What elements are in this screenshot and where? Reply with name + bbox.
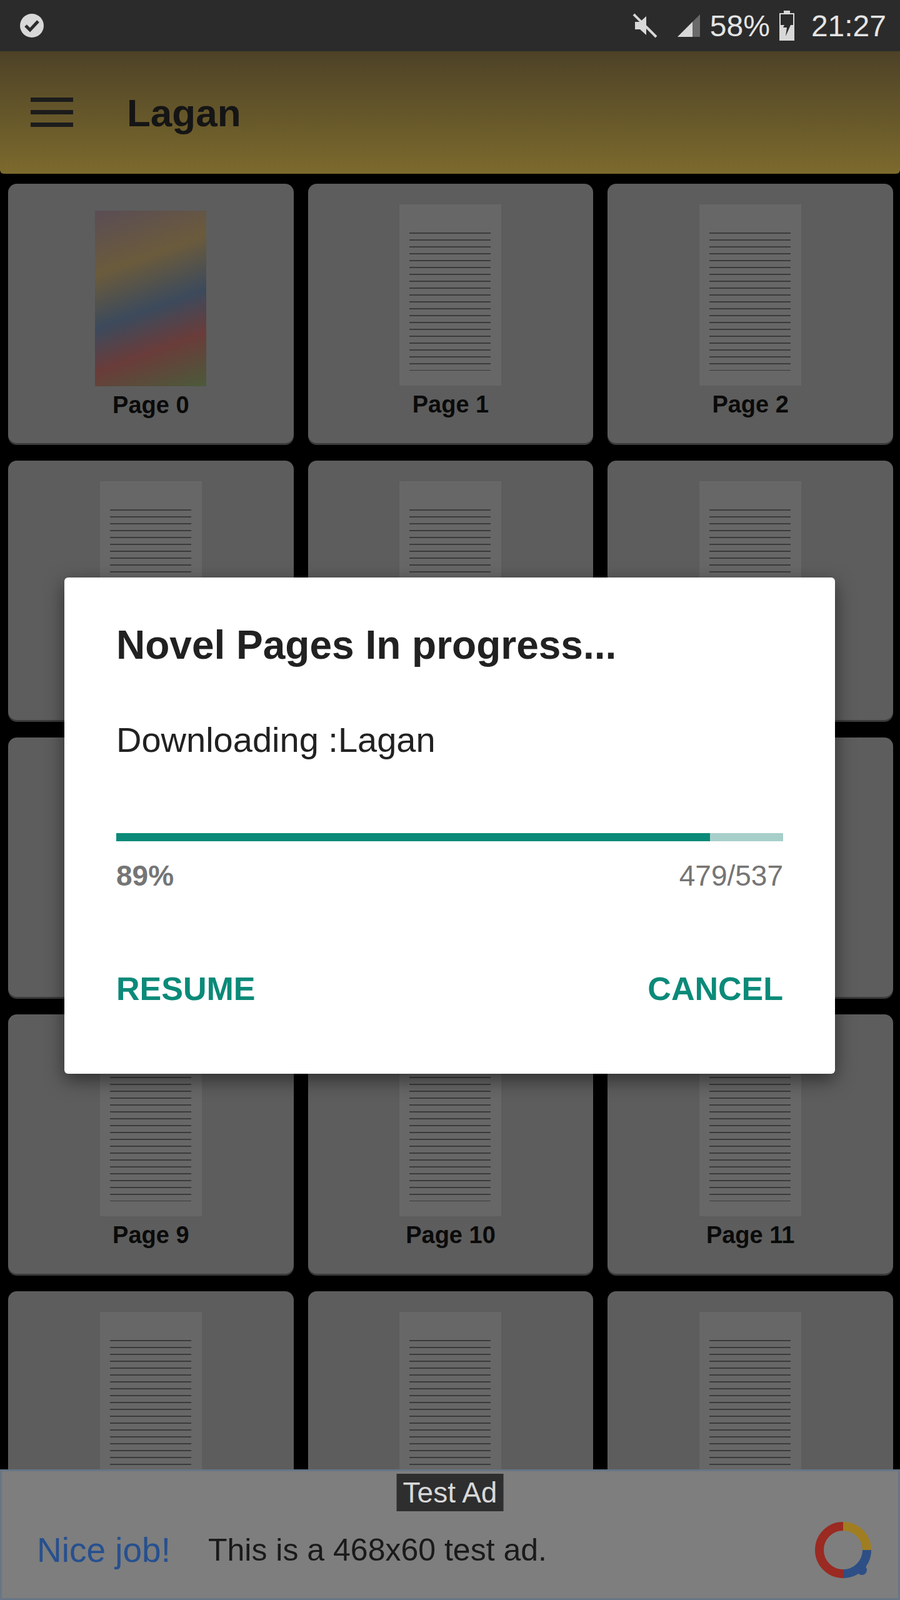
page-thumbnail: [699, 204, 802, 386]
battery-percent: 58%: [710, 8, 770, 44]
dialog-buttons: RESUME CANCEL: [116, 969, 784, 1009]
cancel-button[interactable]: CANCEL: [647, 969, 784, 1009]
progress-percent: 89%: [116, 858, 174, 894]
page-card[interactable]: Page 2: [607, 183, 894, 444]
ad-headline: Nice job!: [36, 1530, 171, 1570]
ad-text: This is a 468x60 test ad.: [208, 1531, 814, 1569]
menu-icon[interactable]: [30, 96, 74, 129]
page-thumbnail: [399, 204, 502, 386]
check-circle-icon: [18, 12, 45, 39]
status-icons: 58% 21:27: [631, 8, 887, 44]
dialog-message: Downloading :Lagan: [116, 718, 784, 761]
status-bar: 58% 21:27: [0, 0, 900, 52]
signal-icon: [676, 11, 702, 40]
app-title: Lagan: [126, 90, 242, 135]
progress-count: 479/537: [679, 858, 784, 894]
page-card[interactable]: Page 1: [308, 183, 594, 444]
cover-thumbnail: [95, 210, 207, 387]
charging-bolt-icon: [783, 17, 791, 37]
page-card[interactable]: [308, 1291, 594, 1470]
page-card[interactable]: Page 0: [8, 183, 294, 444]
test-ad-badge: Test Ad: [396, 1473, 504, 1512]
ad-logo-icon: [813, 1520, 874, 1580]
app-bar: Lagan: [0, 51, 900, 174]
progress-fill: [116, 833, 710, 842]
page-label: Page 2: [711, 390, 789, 419]
dialog-title: Novel Pages In progress...: [116, 621, 784, 670]
battery-icon: [778, 10, 795, 42]
resume-button[interactable]: RESUME: [116, 969, 255, 1009]
page-card[interactable]: [607, 1291, 894, 1470]
page-label: Page 0: [112, 391, 190, 419]
progress-readings: 89% 479/537: [116, 858, 784, 894]
page-label: Page 1: [412, 390, 490, 419]
page-thumbnail: [399, 1311, 502, 1470]
page-thumbnail: [699, 1311, 802, 1470]
page-label: Page 10: [405, 1221, 496, 1249]
page-label: Page 9: [112, 1221, 190, 1249]
page-card[interactable]: [8, 1291, 294, 1470]
clock: 21:27: [811, 8, 887, 44]
ad-banner[interactable]: Test Ad Nice job! This is a 468x60 test ad…: [0, 1469, 900, 1600]
muted-speaker-icon: [631, 11, 659, 40]
progress-dialog: Novel Pages In progress... Downloading :L…: [64, 577, 835, 1074]
page-label: Page 11: [706, 1221, 795, 1249]
progress-track: [116, 833, 784, 842]
page-thumbnail: [100, 1311, 202, 1470]
